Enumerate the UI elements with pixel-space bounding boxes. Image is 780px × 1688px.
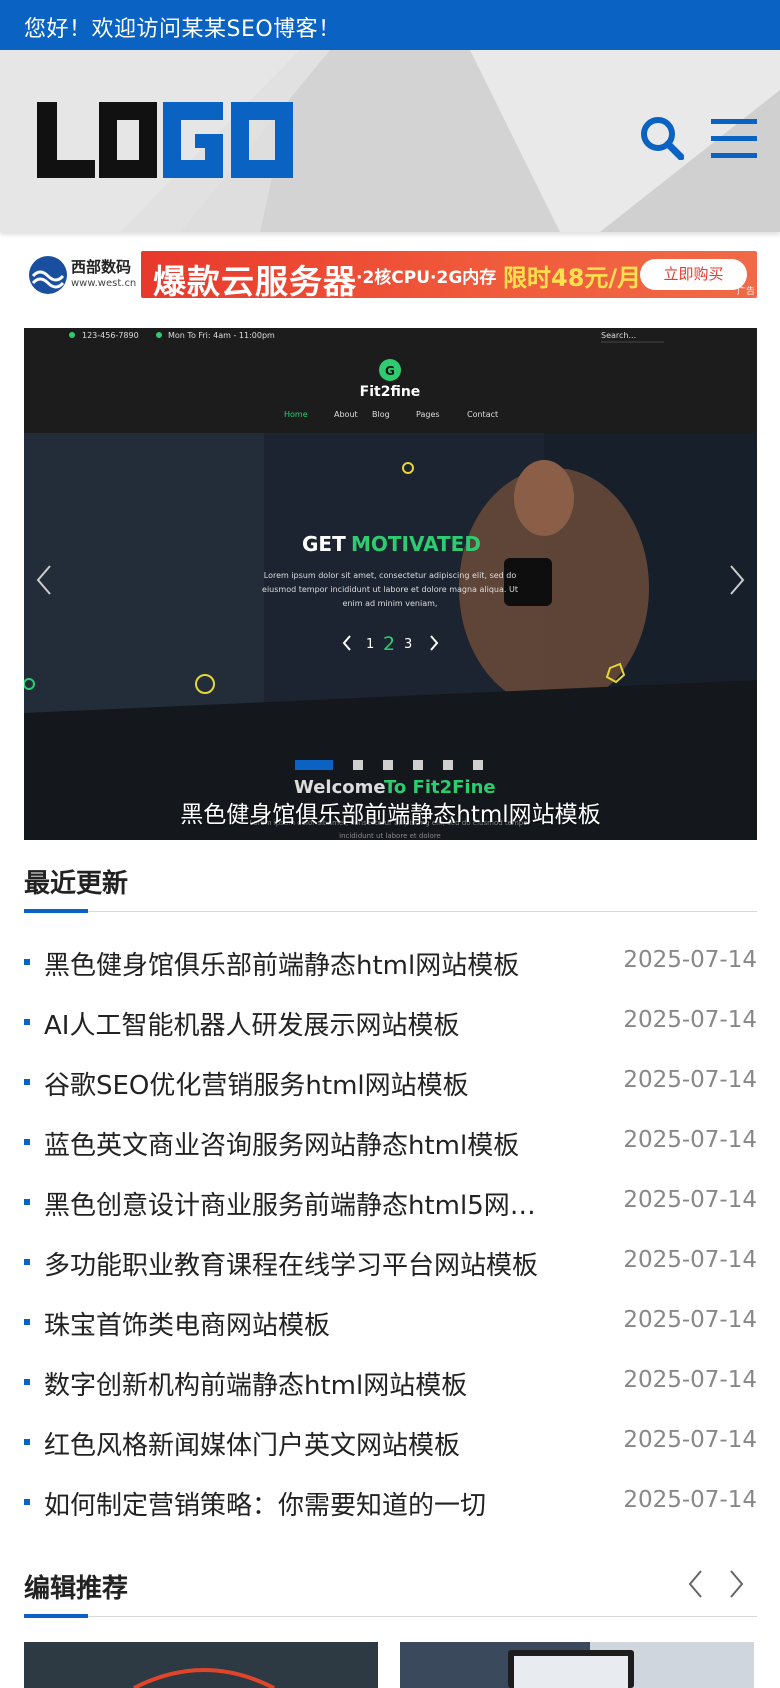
recent-divider [24, 911, 757, 912]
ad-spec: ·2核CPU·2G内存 [356, 268, 497, 288]
slide-caption[interactable]: 黑色健身馆俱乐部前端静态html网站模板 [24, 795, 757, 829]
editor-card-2-image[interactable] [400, 1642, 754, 1688]
bullet-icon [24, 1019, 30, 1025]
ad-banner[interactable]: 西部数码 www.west.cn 爆款云服务器 ·2核CPU·2G内存 限时48… [24, 251, 757, 298]
recent-accent [24, 909, 88, 913]
ad-buy-button[interactable]: 立即购买 [640, 259, 747, 290]
editor-card-2[interactable] [400, 1642, 754, 1688]
list-item-title[interactable]: 如何制定营销策略：你需要知道的一切 [44, 1485, 604, 1522]
slide-hours: Mon To Fri: 4am - 11:00pm [168, 331, 275, 340]
editor-accent [24, 1614, 88, 1618]
list-item[interactable]: 多功能职业教育课程在线学习平台网站模板 2025-07-14 [24, 1235, 757, 1295]
list-item[interactable]: 黑色创意设计商业服务前端静态html5网… 2025-07-14 [24, 1175, 757, 1235]
list-item-title[interactable]: 谷歌SEO优化营销服务html网站模板 [44, 1065, 604, 1102]
slide-phone: 123-456-7890 [82, 331, 139, 340]
slider-dot-active[interactable] [295, 760, 333, 770]
menu-icon[interactable] [711, 119, 757, 159]
recent-section-title: 最近更新 [24, 869, 129, 899]
slider-dot[interactable] [413, 760, 423, 770]
slider-prev-icon[interactable] [32, 560, 56, 600]
slider-dot[interactable] [353, 760, 363, 770]
list-item-title[interactable]: 红色风格新闻媒体门户英文网站模板 [44, 1425, 604, 1462]
ad-banner-body[interactable]: 爆款云服务器 ·2核CPU·2G内存 限时48元/月 立即购买 广告 [141, 251, 757, 298]
bullet-icon [24, 1199, 30, 1205]
list-item-date: 2025-07-14 [623, 1307, 757, 1333]
editor-section-title: 编辑推荐 [24, 1574, 129, 1604]
bullet-icon [24, 1079, 30, 1085]
slide-nav-blog: Blog [372, 410, 390, 419]
top-welcome-bar: 您好！欢迎访问某某SEO博客！ [0, 0, 780, 50]
editor-next-icon[interactable] [724, 1567, 748, 1601]
slide-search: Search... [601, 331, 636, 340]
editor-prev-icon[interactable] [684, 1567, 708, 1601]
list-item[interactable]: 数字创新机构前端静态html网站模板 2025-07-14 [24, 1355, 757, 1415]
slide-hero-text1: Lorem ipsum dolor sit amet, consectetur … [264, 571, 517, 580]
slide-nav-about: About [334, 410, 358, 419]
list-item[interactable]: AI人工智能机器人研发展示网站模板 2025-07-14 [24, 995, 757, 1055]
list-item-date: 2025-07-14 [623, 1067, 757, 1093]
site-header [0, 50, 780, 232]
list-item-title[interactable]: 黑色创意设计商业服务前端静态html5网… [44, 1185, 604, 1222]
slider-dot[interactable] [473, 760, 483, 770]
list-item[interactable]: 如何制定营销策略：你需要知道的一切 2025-07-14 [24, 1475, 757, 1535]
editor-divider [24, 1616, 757, 1617]
slide-nav-contact: Contact [467, 410, 498, 419]
slide-hero-word1: GET [302, 532, 346, 556]
slider-next-icon[interactable] [725, 560, 749, 600]
ad-tag: 广告 [736, 287, 755, 297]
list-item[interactable]: 蓝色英文商业咨询服务网站静态html模板 2025-07-14 [24, 1115, 757, 1175]
bullet-icon [24, 959, 30, 965]
list-item-title[interactable]: 珠宝首饰类电商网站模板 [44, 1305, 604, 1342]
ad-brand: 西部数码 www.west.cn [24, 251, 141, 298]
list-item-date: 2025-07-14 [623, 1247, 757, 1273]
list-item-date: 2025-07-14 [623, 1187, 757, 1213]
welcome-text: 您好！欢迎访问某某SEO博客！ [24, 17, 341, 42]
list-item[interactable]: 谷歌SEO优化营销服务html网站模板 2025-07-14 [24, 1055, 757, 1115]
slide-nav-pages: Pages [416, 410, 440, 419]
list-item-title[interactable]: 数字创新机构前端静态html网站模板 [44, 1365, 604, 1402]
list-item-title[interactable]: AI人工智能机器人研发展示网站模板 [44, 1005, 604, 1042]
list-item-date: 2025-07-14 [623, 1427, 757, 1453]
slide-pager-2: 2 [383, 633, 395, 655]
bullet-icon [24, 1499, 30, 1505]
list-item-date: 2025-07-14 [623, 1487, 757, 1513]
list-item[interactable]: 黑色健身馆俱乐部前端静态html网站模板 2025-07-14 [24, 935, 757, 995]
featured-slider[interactable]: 123-456-7890 Mon To Fri: 4am - 11:00pm S… [24, 328, 757, 840]
slide-nav-home: Home [284, 410, 308, 419]
list-item-date: 2025-07-14 [623, 947, 757, 973]
search-icon[interactable] [640, 116, 684, 160]
bullet-icon [24, 1439, 30, 1445]
slide-welcome-sub2: incididunt ut labore et dolore [339, 832, 441, 840]
ad-headline: 爆款云服务器 [153, 262, 357, 298]
list-item[interactable]: 红色风格新闻媒体门户英文网站模板 2025-07-14 [24, 1415, 757, 1475]
slide-brand: Fit2fine [360, 384, 421, 400]
bullet-icon [24, 1139, 30, 1145]
list-item-title[interactable]: 黑色健身馆俱乐部前端静态html网站模板 [44, 945, 604, 982]
site-logo[interactable] [37, 102, 293, 178]
slider-dot[interactable] [443, 760, 453, 770]
svg-text:G: G [385, 364, 395, 378]
slide-hero-word2: MOTIVATED [351, 532, 481, 556]
list-item-date: 2025-07-14 [623, 1367, 757, 1393]
west-logo-icon [29, 256, 67, 294]
ad-price: 限时48元/月 [503, 264, 642, 292]
slider-dot[interactable] [383, 760, 393, 770]
bullet-icon [24, 1379, 30, 1385]
list-item-title[interactable]: 蓝色英文商业咨询服务网站静态html模板 [44, 1125, 604, 1162]
slide-hero-text2: eiusmod tempor incididunt ut labore et d… [262, 585, 518, 594]
list-item-title[interactable]: 多功能职业教育课程在线学习平台网站模板 [44, 1245, 604, 1282]
list-item-date: 2025-07-14 [623, 1127, 757, 1153]
editor-card-1-image[interactable] [24, 1642, 378, 1688]
ad-brand-name: 西部数码 [71, 258, 132, 276]
slide-pager-1: 1 [366, 637, 374, 652]
bullet-icon [24, 1259, 30, 1265]
ad-brand-url: www.west.cn [71, 278, 137, 289]
editor-card-1[interactable] [24, 1642, 378, 1688]
list-item[interactable]: 珠宝首饰类电商网站模板 2025-07-14 [24, 1295, 757, 1355]
slide-pager-3: 3 [404, 637, 412, 652]
bullet-icon [24, 1319, 30, 1325]
slide-hero-text3: enim ad minim veniam, [343, 599, 438, 608]
list-item-date: 2025-07-14 [623, 1007, 757, 1033]
